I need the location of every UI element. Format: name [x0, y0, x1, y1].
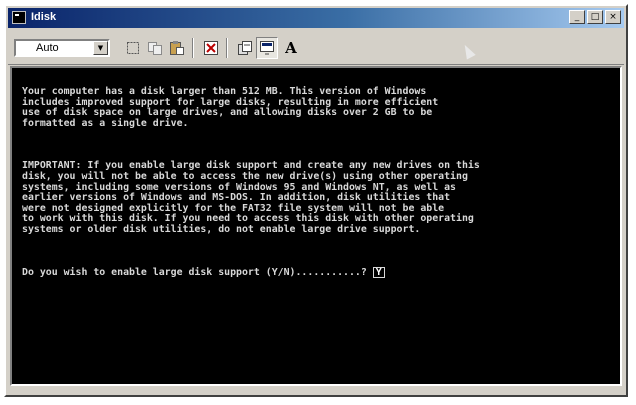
- toolbar: Auto ▼ A: [8, 30, 624, 65]
- console-line: to work with this disk. If you need to a…: [22, 213, 474, 225]
- background-button[interactable]: [256, 37, 278, 59]
- font-size-select[interactable]: Auto ▼: [14, 39, 110, 57]
- copy-icon: [148, 42, 162, 55]
- important-paragraph: IMPORTANT: If you enable large disk supp…: [22, 161, 592, 235]
- paste-button[interactable]: [166, 37, 188, 59]
- close-button[interactable]: ×: [605, 10, 621, 24]
- console-line: disk, you will not be able to access the…: [22, 170, 468, 182]
- console-line: IMPORTANT: If you enable large disk supp…: [22, 160, 480, 172]
- console-line: systems, including some versions of Wind…: [22, 181, 457, 193]
- console-line: systems or older disk utilities, do not …: [22, 223, 421, 235]
- prompt-text: Do you wish to enable large disk support…: [22, 267, 367, 279]
- maximize-button[interactable]: □: [587, 10, 603, 24]
- font-button[interactable]: A: [280, 37, 302, 59]
- font-size-value: Auto: [36, 42, 59, 54]
- intro-paragraph: Your computer has a disk larger than 512…: [22, 86, 592, 129]
- fullscreen-button[interactable]: [200, 37, 222, 59]
- fullscreen-icon: [204, 41, 218, 55]
- console-line: formatted as a single drive.: [22, 117, 189, 129]
- toolbar-separator: [226, 38, 228, 58]
- msdos-app-icon[interactable]: [12, 11, 26, 24]
- properties-button[interactable]: [234, 37, 256, 59]
- answer-input[interactable]: Y: [372, 267, 385, 279]
- toolbar-separator: [192, 38, 194, 58]
- prompt-line: Do you wish to enable large disk support…: [22, 267, 592, 279]
- console-text: Your computer has a disk larger than 512…: [22, 66, 592, 289]
- paste-icon: [170, 41, 184, 55]
- console-line: earlier versions of Windows and MS-DOS. …: [22, 192, 451, 204]
- window-title: Idisk: [31, 11, 57, 23]
- properties-icon: [238, 41, 252, 55]
- chevron-down-icon[interactable]: ▼: [93, 41, 108, 55]
- console-line: use of disk space on large drives, and a…: [22, 107, 433, 119]
- title-bar[interactable]: Idisk _ □ ×: [8, 8, 624, 28]
- console-line: Your computer has a disk larger than 512…: [22, 86, 427, 98]
- background-icon: [260, 41, 274, 55]
- mark-icon: [127, 42, 139, 54]
- minimize-button[interactable]: _: [569, 10, 585, 24]
- mark-button[interactable]: [122, 37, 144, 59]
- font-icon: A: [285, 39, 297, 57]
- copy-button[interactable]: [144, 37, 166, 59]
